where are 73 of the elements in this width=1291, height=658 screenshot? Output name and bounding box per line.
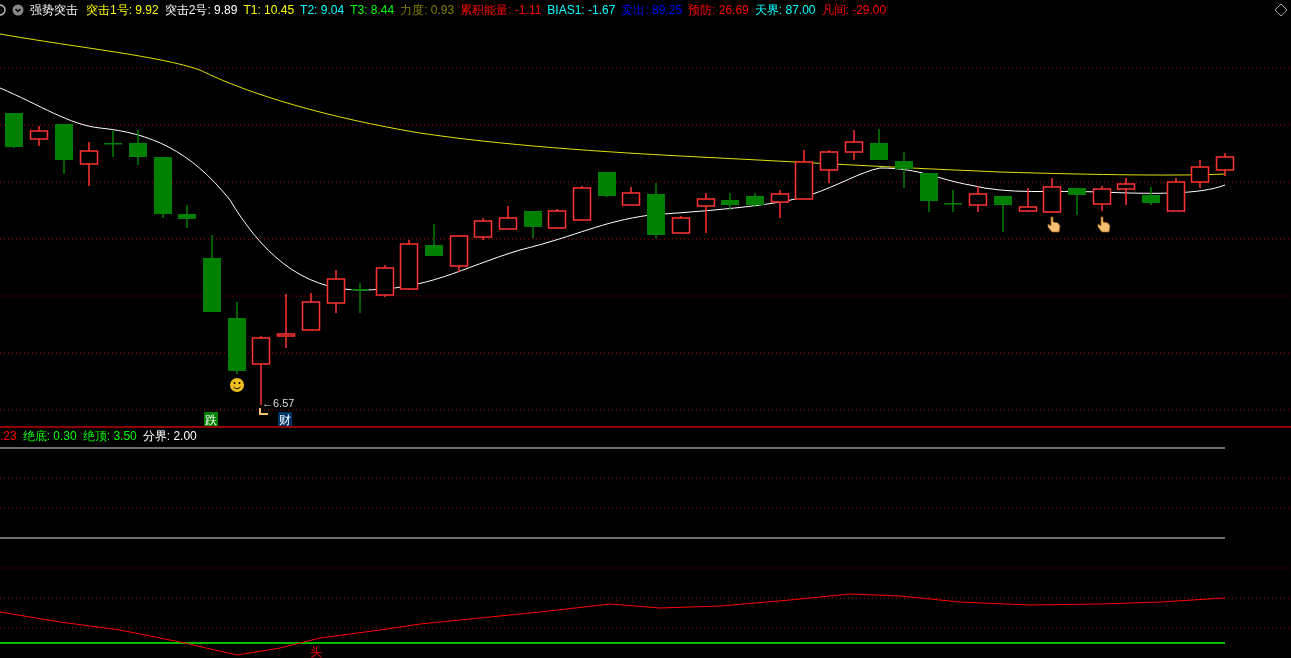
candlestick: [1215, 152, 1235, 177]
candlestick: [1068, 187, 1086, 216]
pointing-hand-icon: [1097, 216, 1111, 233]
diamond-icon[interactable]: [1274, 3, 1288, 17]
indicator-value: T2: 9.04: [300, 2, 345, 19]
candlestick: [994, 195, 1012, 233]
indicator-value: T1: 10.45: [243, 2, 295, 19]
candlestick: [770, 189, 790, 219]
candlestick: [895, 151, 913, 189]
indicator-value: T3: 8.44: [350, 2, 395, 19]
signal-mark: 跌: [204, 412, 218, 427]
candlestick: [572, 185, 592, 221]
candlestick: [1042, 177, 1062, 213]
indicator-value: 绝底: 0.30: [22, 428, 77, 445]
candlestick: [746, 192, 764, 208]
candlestick: [276, 293, 296, 349]
candlestick: [5, 112, 23, 149]
candlestick: [547, 208, 567, 230]
candlestick: [301, 292, 321, 331]
candlestick: [968, 185, 988, 213]
candlestick: [621, 186, 641, 206]
indicator-value: 突击1号: 9.92: [86, 2, 159, 19]
candlestick: [425, 223, 443, 257]
candlestick: [178, 204, 196, 229]
candlestick: [696, 192, 716, 234]
candlestick: [721, 192, 739, 211]
candlestick: [524, 210, 542, 239]
candlestick: [129, 129, 147, 166]
indicator-value: 天界: 87.00: [754, 2, 816, 19]
candlestick: [498, 205, 518, 230]
candlestick: [920, 172, 938, 213]
indicator-value: 累积能量: -1.11: [460, 2, 542, 19]
candlestick: [326, 269, 346, 314]
indicator-value: BIAS1: -1.67: [547, 2, 616, 19]
candlestick: [671, 215, 691, 234]
candlestick: [598, 171, 616, 198]
indicator-title: 强势突击: [30, 2, 78, 19]
candlestick: [844, 129, 864, 161]
candlestick: [944, 189, 962, 213]
candlestick: [351, 282, 369, 314]
candlestick: [375, 264, 395, 298]
indicator-value: 分界: 2.00: [142, 428, 197, 445]
pointing-hand-icon: [1047, 216, 1061, 233]
candlestick: [1166, 177, 1186, 212]
candlestick: [1116, 177, 1136, 206]
candlestick: [473, 217, 493, 241]
candlestick: [449, 235, 469, 273]
indicator-value: .23: [0, 428, 17, 445]
candlestick: [819, 149, 839, 184]
candlestick: [1092, 185, 1112, 212]
indicator-value: 凡间: -29.00: [821, 2, 887, 19]
candlestick: [1190, 159, 1210, 189]
indicator-value: 卖出: 89.25: [621, 2, 683, 19]
candlestick: [79, 141, 99, 187]
chevron-down-icon[interactable]: [12, 4, 24, 16]
candlestick: [154, 156, 172, 219]
signal-mark: 财: [278, 412, 292, 427]
smiley-icon: [230, 378, 244, 392]
low-price-label: ←6.57: [262, 397, 295, 409]
candlestick: [29, 125, 49, 147]
candlestick: [647, 182, 665, 239]
candlestick: [55, 123, 73, 175]
indicator-value: 预防: 26.69: [688, 2, 749, 19]
candlestick: [399, 239, 419, 291]
candlestick: [104, 130, 122, 158]
indicator-value: 绝顶: 3.50: [82, 428, 137, 445]
indicator-value: 力度: 0.93: [400, 2, 455, 19]
candlestick: [870, 128, 888, 161]
candlestick: [1018, 187, 1038, 213]
indicator-value: 突击2号: 9.89: [164, 2, 238, 19]
signal-mark: 头: [310, 645, 322, 658]
candlestick: [794, 149, 814, 200]
candlestick: [1142, 186, 1160, 206]
